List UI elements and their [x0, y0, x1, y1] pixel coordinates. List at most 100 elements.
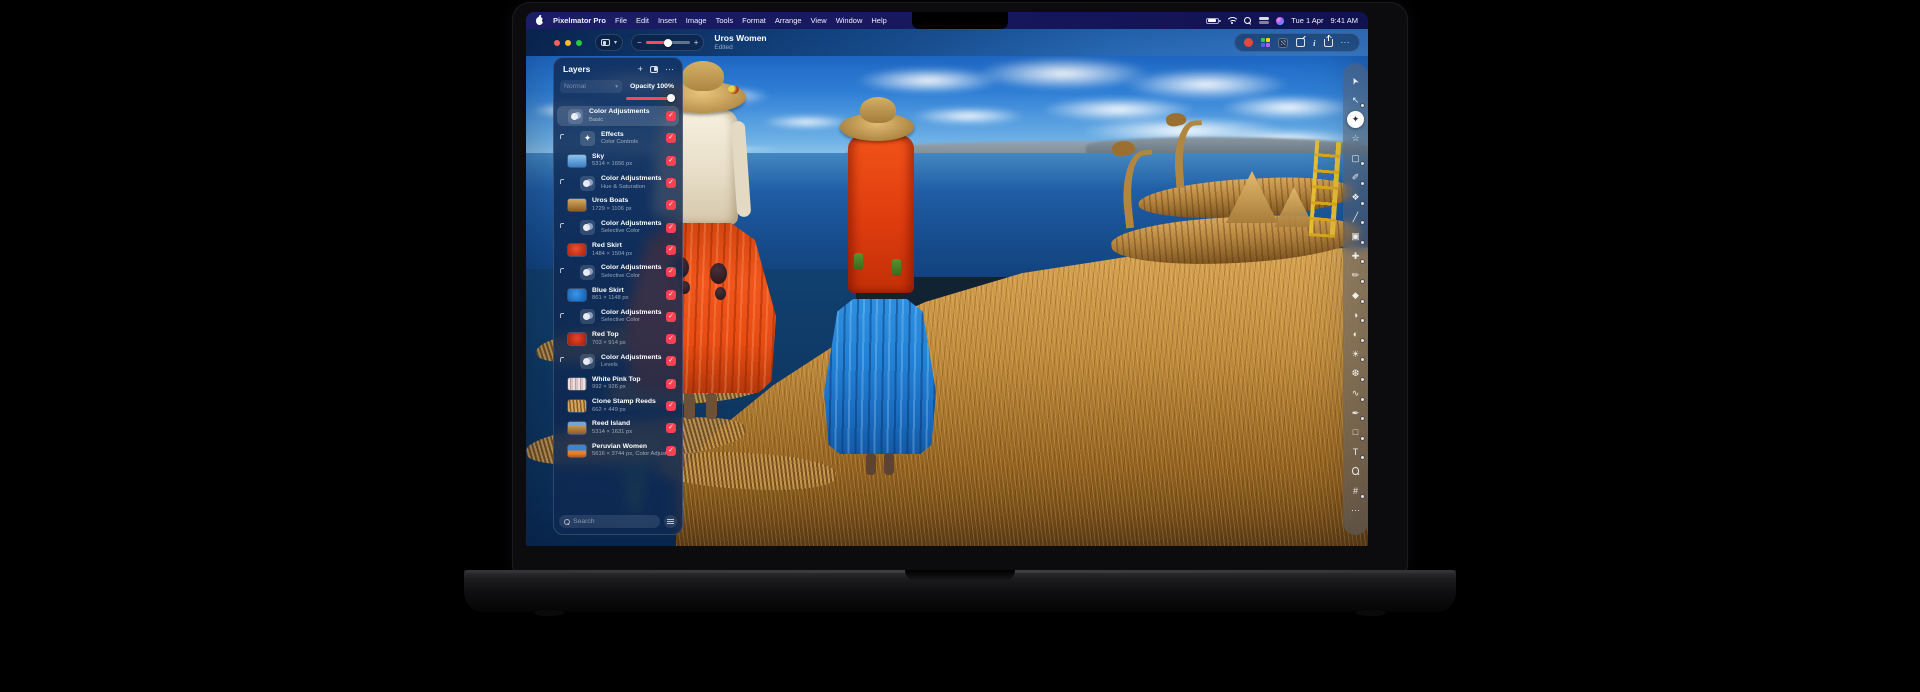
menu-bar-time[interactable]: 9:41 AM — [1330, 16, 1358, 25]
eraser-tool[interactable]: ◆ — [1346, 286, 1365, 306]
document-title: Uros Women — [714, 34, 766, 44]
layer-visibility-checkbox[interactable]: ✓ — [666, 401, 676, 411]
layer-thumbnail-size-button[interactable] — [650, 66, 658, 73]
layer-row-effects-color-controls[interactable]: ✦EffectsColor Controls✓ — [554, 127, 682, 149]
layer-visibility-checkbox[interactable]: ✓ — [666, 245, 676, 255]
menu-file[interactable]: File — [615, 16, 627, 25]
layer-visibility-checkbox[interactable]: ✓ — [666, 312, 676, 322]
menu-format[interactable]: Format — [742, 16, 766, 25]
info-icon[interactable]: i — [1313, 38, 1315, 48]
transform-tool[interactable]: ↖ — [1346, 91, 1365, 111]
menu-bar-date[interactable]: Tue 1 Apr — [1291, 16, 1323, 25]
layer-visibility-checkbox[interactable]: ✓ — [666, 223, 676, 233]
layer-visibility-checkbox[interactable]: ✓ — [666, 379, 676, 389]
layer-row-red-top-703-914-px[interactable]: Red Top703 × 914 px✓ — [554, 328, 682, 350]
sidebar-toggle-button[interactable]: ▾ — [595, 34, 623, 51]
marquee-select-tool[interactable]: ▢ — [1346, 149, 1365, 169]
close-window-button[interactable] — [554, 40, 560, 46]
apple-menu-icon[interactable] — [536, 17, 543, 25]
minimize-window-button[interactable] — [565, 40, 571, 46]
layers-more-button[interactable]: ··· — [665, 65, 674, 74]
zoom-tool[interactable] — [1346, 462, 1365, 482]
quick-select-tool[interactable]: ✐ — [1346, 168, 1365, 188]
layer-row-color-adjustments-selective-color[interactable]: Color AdjustmentsSelective Color✓ — [554, 216, 682, 238]
export-icon[interactable] — [1296, 38, 1305, 47]
layer-visibility-checkbox[interactable]: ✓ — [666, 334, 676, 344]
layer-visibility-checkbox[interactable]: ✓ — [666, 423, 676, 433]
layer-row-sky-5314-1656-px[interactable]: Sky5314 × 1656 px✓ — [554, 150, 682, 172]
layer-visibility-checkbox[interactable]: ✓ — [666, 133, 676, 143]
zoom-window-button[interactable] — [576, 40, 582, 46]
layer-row-clone-stamp-reeds-662-449-px[interactable]: Clone Stamp Reeds662 × 449 px✓ — [554, 395, 682, 417]
layer-visibility-checkbox[interactable]: ✓ — [666, 111, 676, 121]
pencil-tool[interactable]: ✏ — [1346, 266, 1365, 286]
fill-tool[interactable]: ◑ — [1346, 306, 1365, 326]
zoom-out-button[interactable]: − — [637, 39, 642, 47]
layer-row-red-skirt-1484-1504-px[interactable]: Red Skirt1484 × 1504 px✓ — [554, 239, 682, 261]
layer-row-color-adjustments-selective-color[interactable]: Color AdjustmentsSelective Color✓ — [554, 306, 682, 328]
layer-visibility-checkbox[interactable]: ✓ — [666, 178, 676, 188]
layers-filter-button[interactable] — [664, 515, 677, 528]
layer-visibility-checkbox[interactable]: ✓ — [666, 267, 676, 277]
layer-visibility-checkbox[interactable]: ✓ — [666, 356, 676, 366]
layer-detail: 1484 × 1504 px — [592, 251, 666, 258]
menu-arrange[interactable]: Arrange — [775, 16, 802, 25]
layer-row-peruvian-women-5616-3744-px-color-adjustm[interactable]: Peruvian Women5616 × 3744 px, Color Adju… — [554, 439, 682, 461]
blend-mode-dropdown[interactable]: Normal ▾ — [560, 80, 622, 93]
blur-sharpen-tool[interactable]: ❆ — [1346, 364, 1365, 384]
text-tool[interactable]: T — [1346, 443, 1365, 463]
search-input[interactable]: Search — [559, 515, 660, 528]
smudge-tool[interactable]: ∿ — [1346, 384, 1365, 404]
layer-name: White Pink Top — [592, 376, 666, 384]
share-icon[interactable] — [1324, 39, 1333, 47]
menu-window[interactable]: Window — [836, 16, 863, 25]
layer-row-white-pink-top-992-926-px[interactable]: White Pink Top992 × 926 px✓ — [554, 373, 682, 395]
layer-row-uros-boats-1729-1106-px[interactable]: Uros Boats1729 × 1106 px✓ — [554, 194, 682, 216]
crop-tool[interactable]: # — [1346, 482, 1365, 502]
menu-insert[interactable]: Insert — [658, 16, 677, 25]
layer-row-reed-island-5314-1631-px[interactable]: Reed Island5314 × 1631 px✓ — [554, 417, 682, 439]
patterns-button[interactable] — [1278, 38, 1288, 48]
zoom-slider-knob[interactable] — [664, 39, 672, 47]
layer-row-blue-skirt-861-1148-px[interactable]: Blue Skirt861 × 1148 px✓ — [554, 283, 682, 305]
wifi-icon[interactable] — [1226, 17, 1237, 25]
dodge-burn-tool[interactable]: ☀ — [1346, 345, 1365, 365]
color-select-tool[interactable]: ❖ — [1346, 188, 1365, 208]
opacity-slider[interactable] — [626, 97, 674, 100]
menu-image[interactable]: Image — [686, 16, 707, 25]
slice-tool[interactable]: ╱ — [1346, 208, 1365, 228]
frame-tool[interactable]: □ — [1346, 423, 1365, 443]
retouch-tool[interactable]: ✚ — [1346, 247, 1365, 267]
canvas-zoom-slider[interactable]: − + — [631, 34, 704, 51]
layer-row-color-adjustments-basic[interactable]: Color AdjustmentsBasic✓ — [554, 105, 682, 127]
layer-visibility-checkbox[interactable]: ✓ — [666, 156, 676, 166]
pen-tool[interactable]: ✒ — [1346, 404, 1365, 424]
layer-name: Color Adjustments — [601, 175, 666, 183]
color-dot-button[interactable] — [1244, 38, 1253, 47]
spotlight-icon[interactable] — [1244, 17, 1252, 25]
layer-row-color-adjustments-selective-color[interactable]: Color AdjustmentsSelective Color✓ — [554, 261, 682, 283]
menu-tools[interactable]: Tools — [716, 16, 734, 25]
more-tools[interactable]: ··· — [1346, 501, 1365, 521]
layer-row-color-adjustments-levels[interactable]: Color AdjustmentsLevels✓ — [554, 350, 682, 372]
more-icon[interactable]: ··· — [1341, 38, 1351, 47]
battery-icon[interactable] — [1206, 18, 1219, 24]
menu-help[interactable]: Help — [871, 16, 886, 25]
layer-visibility-checkbox[interactable]: ✓ — [666, 290, 676, 300]
layer-row-color-adjustments-hue-saturation[interactable]: Color AdjustmentsHue & Saturation✓ — [554, 172, 682, 194]
menu-view[interactable]: View — [811, 16, 827, 25]
menu-edit[interactable]: Edit — [636, 16, 649, 25]
shapes-star-tool[interactable]: ☆ — [1346, 129, 1365, 149]
layer-visibility-checkbox[interactable]: ✓ — [666, 200, 676, 210]
siri-icon[interactable] — [1276, 17, 1284, 25]
clone-stamp-tool[interactable]: ▣ — [1346, 227, 1365, 247]
add-layer-button[interactable]: + — [638, 65, 643, 74]
layer-visibility-checkbox[interactable]: ✓ — [666, 446, 676, 456]
style-tool[interactable]: ✦ — [1347, 111, 1364, 128]
zoom-slider-track[interactable] — [646, 41, 690, 44]
control-center-icon[interactable] — [1259, 17, 1269, 24]
gradient-tool[interactable]: ◐ — [1346, 325, 1365, 345]
menu-pixelmator-pro[interactable]: Pixelmator Pro — [553, 16, 606, 25]
zoom-in-button[interactable]: + — [694, 39, 699, 47]
swatches-button[interactable] — [1261, 38, 1270, 47]
